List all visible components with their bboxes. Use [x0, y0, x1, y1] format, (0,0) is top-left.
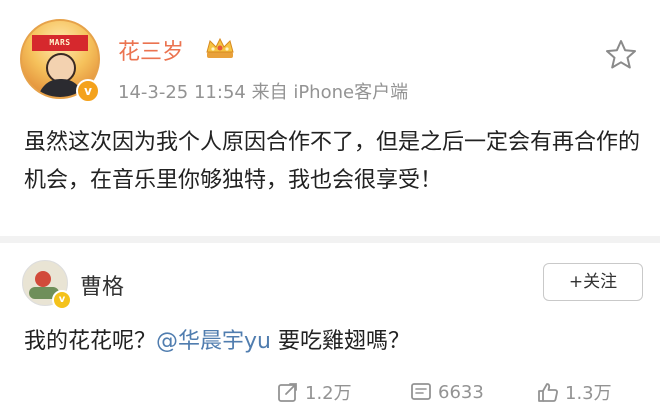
- thumbs-up-icon: [538, 383, 558, 402]
- commenter-verified-badge-icon: v: [52, 290, 72, 310]
- crown-icon[interactable]: [204, 36, 236, 60]
- repost-count: 1.2万: [305, 383, 352, 404]
- post-source: 来自 iPhone客户端: [251, 82, 409, 103]
- comment-card: v 曹格 +关注 我的花花呢？@华晨宇yu 要吃雞翅嗎？ 1.2万 6633 1…: [0, 243, 660, 418]
- repost-button[interactable]: 1.2万: [277, 366, 352, 418]
- avatar-banner: MARS: [32, 35, 88, 51]
- like-button[interactable]: 1.3万: [537, 366, 612, 418]
- weibo-post-card: MARS v 花三岁 14-3-25 11:54 来自 iPhone客户端 虽然…: [0, 0, 660, 236]
- comment-text-before: 我的花花呢？: [24, 329, 157, 354]
- mention-link[interactable]: @华晨宇yu: [156, 329, 271, 354]
- star-icon[interactable]: [604, 38, 638, 72]
- like-count: 1.3万: [565, 383, 612, 404]
- repost-icon: [278, 383, 297, 402]
- post-text: 虽然这次因为我个人原因合作不了，但是之后一定会有再合作的机会，在音乐里你够独特，…: [24, 130, 641, 193]
- action-bar: 1.2万 6633 1.3万: [0, 366, 660, 418]
- post-timestamp: 14-3-25 11:54: [118, 82, 246, 103]
- comment-text: 我的花花呢？@华晨宇yu 要吃雞翅嗎？: [24, 323, 410, 355]
- comment-count: 6633: [438, 381, 484, 403]
- commenter-username[interactable]: 曹格: [80, 269, 124, 301]
- comment-icon: [411, 383, 431, 400]
- comment-button[interactable]: 6633: [410, 366, 484, 418]
- follow-button[interactable]: +关注: [543, 263, 643, 301]
- post-username[interactable]: 花三岁: [118, 34, 184, 66]
- comment-text-after: 要吃雞翅嗎？: [270, 329, 410, 354]
- verified-badge-icon: v: [76, 79, 100, 103]
- post-meta: 14-3-25 11:54 来自 iPhone客户端: [118, 78, 408, 104]
